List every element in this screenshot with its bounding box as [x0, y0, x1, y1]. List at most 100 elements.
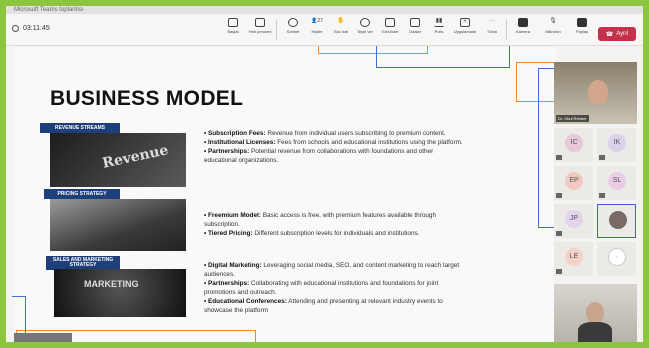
section-label-pricing: PRICING STRATEGY [44, 189, 120, 199]
sales-bullets: • Digital Marketing: Leveraging social m… [204, 261, 464, 315]
shared-slide: BUSINESS MODEL REVENUE STREAMS Revenue •… [14, 47, 556, 342]
participant-tile-active[interactable] [597, 204, 636, 238]
bullet-bold: • Freemium Model: [204, 212, 261, 219]
chat-icon [288, 18, 298, 27]
bullet-item: • Partnerships: Collaborating with educa… [204, 279, 464, 297]
view-button[interactable]: Görünüm [377, 18, 403, 34]
bullet-text: Different subscription levels for indivi… [252, 230, 420, 237]
pricing-image [50, 199, 186, 251]
participant-tile[interactable]: LE [554, 242, 593, 276]
participant-tile[interactable]: JP [554, 204, 593, 238]
share-button[interactable]: Paylaş [569, 18, 595, 34]
revenue-image-text: Revenue [101, 142, 170, 172]
camera-label: Kamera [515, 29, 530, 34]
polls-icon: ▮▮ [434, 18, 444, 27]
avatar: IK [608, 134, 626, 152]
phone-icon: ☎ [605, 31, 614, 38]
meeting-toolbar: 03:11:45 Başlat Yeni pencere Sohbet 👤27 K… [6, 14, 643, 46]
bullet-item: • Partnerships: Potential revenue from c… [204, 147, 464, 165]
raise-hand-button[interactable]: ✋ Söz iste [328, 18, 354, 34]
participant-tile[interactable]: EP [554, 166, 593, 200]
presenter-name: Dr. Okul Rehber [556, 115, 589, 122]
mic-off-icon [599, 193, 605, 198]
more-icon: ··· [489, 18, 495, 24]
apps-label: Uygulamalar [453, 29, 477, 34]
marketing-image: MARKETING [54, 269, 186, 317]
people-icon: 👤27 [311, 18, 323, 24]
apps-button[interactable]: + Uygulamalar [452, 18, 478, 34]
meeting-timer: 03:11:45 [12, 25, 50, 32]
leave-button[interactable]: ☎ Ayrıl [598, 27, 636, 41]
rooms-label: Odalar [408, 29, 421, 34]
avatar: IC [565, 134, 583, 152]
participant-tile[interactable]: IK [597, 128, 636, 162]
mic-icon: 🎙 [549, 18, 557, 24]
presenter-video[interactable]: Dr. Okul Rehber [554, 62, 637, 124]
revenue-bullets: • Subscription Fees: Revenue from indivi… [204, 129, 464, 165]
bullet-text: Fees from schools and educational instit… [275, 139, 463, 146]
person-face [588, 80, 608, 104]
chat-label: Sohbet [286, 29, 300, 34]
bullet-bold: • Subscription Fees: [204, 130, 266, 137]
leave-label: Ayrıl [616, 31, 629, 37]
mic-off-icon [599, 155, 605, 160]
new-window-button[interactable]: Yeni pencere [247, 18, 273, 34]
shield-icon [12, 25, 19, 32]
toolbar-divider [276, 20, 277, 40]
mic-label: Mikrofon [545, 29, 561, 34]
rooms-button[interactable]: Odalar [402, 18, 428, 34]
annotation-line [538, 68, 554, 228]
participant-tile[interactable]: IC [554, 128, 593, 162]
share-icon [577, 18, 587, 27]
slide-title: BUSINESS MODEL [50, 87, 244, 110]
present-label: Başlat [227, 29, 239, 34]
participant-video[interactable] [554, 284, 637, 342]
bullet-item: • Educational Conferences: Attending and… [204, 297, 464, 315]
slide-nav-bar[interactable] [14, 333, 72, 342]
avatar: SL [608, 172, 626, 190]
react-button[interactable]: Tepki ver [352, 18, 378, 34]
bullet-item: • Freemium Model: Basic access is free, … [204, 211, 464, 229]
people-button[interactable]: 👤27 Kişiler [304, 18, 330, 34]
raise-hand-label: Söz iste [333, 29, 349, 34]
avatar-photo [609, 211, 627, 229]
bullet-item: • Digital Marketing: Leveraging social m… [204, 261, 464, 279]
chat-button[interactable]: Sohbet [280, 18, 306, 34]
more-button[interactable]: ··· Tümü [479, 18, 505, 34]
avatar: JP [565, 210, 583, 228]
revenue-image: Revenue [50, 133, 186, 187]
present-button[interactable]: Başlat [220, 18, 246, 34]
new-window-label: Yeni pencere [248, 29, 272, 34]
mic-button[interactable]: 🎙 Mikrofon [540, 18, 566, 34]
mic-off-icon [556, 231, 562, 236]
avatar: EP [565, 172, 583, 190]
section-label-revenue: REVENUE STREAMS [40, 123, 120, 133]
marketing-image-text: MARKETING [84, 279, 139, 289]
react-label: Tepki ver [356, 29, 373, 34]
bullet-item: • Subscription Fees: Revenue from indivi… [204, 129, 464, 138]
participant-tile[interactable]: · [597, 242, 636, 276]
window-title: Microsoft Teams toplantısı [6, 6, 643, 14]
mic-off-icon [556, 155, 562, 160]
bullet-item: • Tiered Pricing: Different subscription… [204, 229, 464, 238]
participant-tile[interactable]: SL [597, 166, 636, 200]
timer-text: 03:11:45 [23, 25, 50, 32]
person-shoulders [578, 322, 612, 342]
avatar: LE [565, 248, 583, 266]
bullet-item: • Institutional Licenses: Fees from scho… [204, 138, 464, 147]
share-label: Paylaş [575, 29, 588, 34]
people-count: 27 [317, 18, 323, 24]
polls-label: Polls [434, 29, 444, 34]
new-window-icon [255, 18, 265, 27]
participant-gallery: Dr. Okul Rehber IC IK EP SL JP LE · [554, 62, 637, 342]
polls-button[interactable]: ▮▮ Polls [426, 18, 452, 34]
bullet-bold: • Partnerships: [204, 148, 250, 155]
view-icon [385, 18, 395, 27]
people-label: Kişiler [311, 29, 323, 34]
camera-button[interactable]: Kamera [510, 18, 536, 34]
mic-off-icon [556, 193, 562, 198]
person-face [586, 302, 604, 324]
bullet-bold: • Educational Conferences: [204, 298, 287, 305]
raise-hand-icon: ✋ [337, 18, 345, 24]
mic-off-icon [556, 269, 562, 274]
